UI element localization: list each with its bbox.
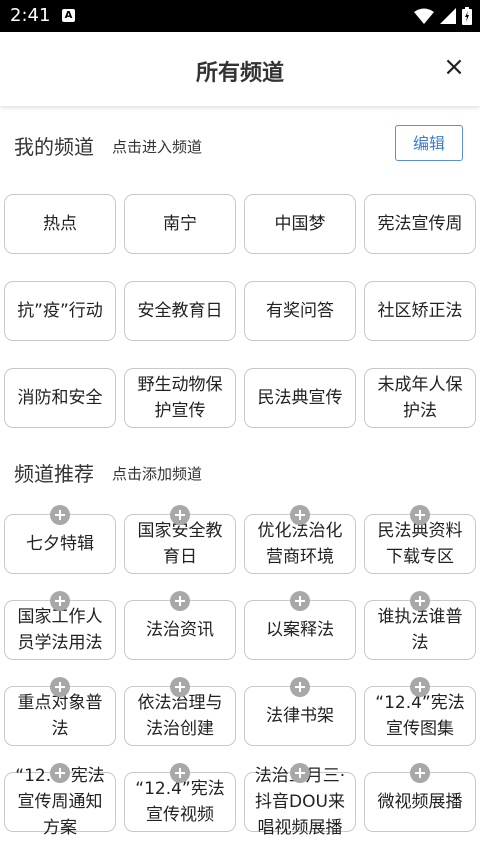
add-icon[interactable] (170, 591, 190, 611)
add-icon[interactable] (170, 677, 190, 697)
recommended-channel-chip[interactable]: 以案释法 (244, 591, 356, 660)
channel-label: 重点对象普法 (17, 693, 103, 739)
recommended-channel-chip[interactable]: 重点对象普法 (4, 677, 116, 746)
recommended-channel-chip[interactable]: 微视频展播 (364, 763, 476, 832)
recommended-channel-chip[interactable]: 法律书架 (244, 677, 356, 746)
channel-label: 国家安全教育日 (137, 521, 223, 567)
channel-label: 民法典资料下载专区 (377, 521, 463, 567)
add-icon[interactable] (170, 763, 190, 783)
channel-label: “12.4”宪法宣传视频 (135, 779, 225, 825)
status-time: 2:41 (10, 5, 51, 26)
add-icon[interactable] (290, 677, 310, 697)
channel-chip[interactable]: 民法典宣传 (244, 368, 356, 428)
channel-label: 七夕特辑 (26, 534, 94, 554)
notification-icon: A (62, 9, 75, 22)
add-icon[interactable] (50, 505, 70, 525)
channel-label: 微视频展播 (377, 792, 463, 812)
wifi-icon (414, 8, 434, 24)
channel-label: 以案释法 (266, 620, 334, 640)
status-bar: 2:41 A (0, 0, 480, 32)
channel-label: 国家工作人员学法用法 (17, 607, 103, 653)
add-icon[interactable] (290, 763, 310, 783)
channel-chip[interactable]: 中国梦 (244, 194, 356, 254)
channel-label: 有奖问答 (266, 301, 334, 321)
channel-chip[interactable]: 消防和安全 (4, 368, 116, 428)
add-icon[interactable] (410, 505, 430, 525)
channel-label: “12.4”宪法宣传图集 (375, 693, 465, 739)
add-icon[interactable] (50, 763, 70, 783)
edit-button[interactable]: 编辑 (395, 125, 463, 161)
channel-label: 热点 (43, 214, 77, 234)
channel-label: 民法典宣传 (257, 388, 343, 408)
recommended-channel-chip[interactable]: 民法典资料下载专区 (364, 505, 476, 574)
status-icons (414, 6, 472, 26)
recommended-channel-chip[interactable]: “12.4”宪法宣传周通知方案 (4, 763, 116, 838)
channel-label: 依法治理与法治创建 (137, 693, 223, 739)
channel-label: 优化法治化营商环境 (257, 521, 343, 567)
recommended-channel-chip[interactable]: 七夕特辑 (4, 505, 116, 574)
channel-chip[interactable]: 热点 (4, 194, 116, 254)
add-icon[interactable] (290, 591, 310, 611)
channel-label: 消防和安全 (17, 388, 103, 408)
channel-label: 未成年人保护法 (377, 375, 463, 421)
recommended-channel-chip[interactable]: 国家安全教育日 (124, 505, 236, 574)
channel-chip[interactable]: 社区矫正法 (364, 281, 476, 341)
recommended-channel-chip[interactable]: 国家工作人员学法用法 (4, 591, 116, 660)
channel-label: 谁执法谁普法 (377, 607, 463, 653)
channel-label: 宪法宣传周 (377, 214, 463, 234)
recommended-channel-chip[interactable]: “12.4”宪法宣传视频 (124, 763, 236, 832)
channel-chip[interactable]: 野生动物保护宣传 (124, 368, 236, 428)
recommended-channel-chip[interactable]: 法治三月三·抖音DOU来唱视频展播 (244, 763, 356, 838)
channel-chip[interactable]: 有奖问答 (244, 281, 356, 341)
channel-chip[interactable]: 南宁 (124, 194, 236, 254)
channel-chip[interactable]: 未成年人保护法 (364, 368, 476, 428)
add-icon[interactable] (290, 505, 310, 525)
channel-chip[interactable]: 安全教育日 (124, 281, 236, 341)
my-channels-title: 我的频道 (14, 135, 94, 159)
recommended-hint: 点击添加频道 (112, 465, 203, 483)
channel-label: 野生动物保护宣传 (137, 375, 223, 421)
channel-label: 安全教育日 (137, 301, 223, 321)
recommended-channel-chip[interactable]: 依法治理与法治创建 (124, 677, 236, 746)
add-icon[interactable] (50, 677, 70, 697)
add-icon[interactable] (410, 591, 430, 611)
channel-label: 法治资讯 (146, 620, 214, 640)
recommended-channel-chip[interactable]: 优化法治化营商环境 (244, 505, 356, 574)
recommended-channel-chip[interactable]: “12.4”宪法宣传图集 (364, 677, 476, 746)
channel-chip[interactable]: 宪法宣传周 (364, 194, 476, 254)
recommended-channel-chip[interactable]: 法治资讯 (124, 591, 236, 660)
add-icon[interactable] (50, 591, 70, 611)
add-icon[interactable] (410, 763, 430, 783)
battery-icon (462, 7, 472, 25)
my-channels-hint: 点击进入频道 (112, 138, 203, 156)
channel-label: 法律书架 (266, 706, 334, 726)
header: 所有频道 × (0, 32, 480, 106)
channel-label: 南宁 (163, 214, 197, 234)
add-icon[interactable] (410, 677, 430, 697)
page-title: 所有频道 (195, 61, 284, 86)
signal-icon (440, 8, 456, 24)
recommended-channel-chip[interactable]: 谁执法谁普法 (364, 591, 476, 660)
close-button[interactable]: × (442, 54, 466, 80)
channel-label: 抗”疫”行动 (17, 301, 103, 321)
channel-label: 中国梦 (274, 214, 326, 234)
recommended-title: 频道推荐 (14, 462, 94, 486)
channel-chip[interactable]: 抗”疫”行动 (4, 281, 116, 341)
add-icon[interactable] (170, 505, 190, 525)
channel-label: 社区矫正法 (377, 301, 463, 321)
